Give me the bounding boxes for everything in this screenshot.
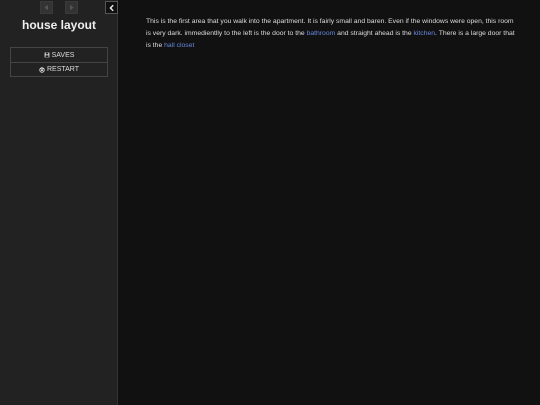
restart-button[interactable]: RESTART <box>11 62 107 76</box>
passage-text: This is the first area that you walk int… <box>146 16 516 53</box>
story-menu: SAVES RESTART <box>10 47 108 77</box>
sidebar-collapse-button[interactable] <box>105 1 118 14</box>
save-icon <box>44 52 49 58</box>
arrow-left-icon <box>44 4 48 11</box>
chevron-left-icon <box>108 4 114 11</box>
link-bathroom[interactable]: bathroom <box>307 30 336 37</box>
app-window: house layout SAVES RESTART This is the f… <box>0 0 540 405</box>
history-back-button[interactable] <box>40 1 53 14</box>
saves-button[interactable]: SAVES <box>11 48 107 62</box>
arrow-right-icon <box>70 4 74 11</box>
restart-label: RESTART <box>46 66 80 73</box>
story-title: house layout <box>21 18 96 32</box>
story-passage-area: This is the first area that you walk int… <box>118 0 540 405</box>
saves-label: SAVES <box>51 51 75 59</box>
power-icon <box>39 66 45 73</box>
ui-bar-sidebar: house layout SAVES RESTART <box>0 0 118 405</box>
link-kitchen[interactable]: kitchen <box>414 30 436 37</box>
link-hall-closet[interactable]: hall closet <box>164 42 194 49</box>
history-forward-button[interactable] <box>65 1 78 14</box>
passage-text-part-2: and straight ahead is the <box>335 30 414 38</box>
